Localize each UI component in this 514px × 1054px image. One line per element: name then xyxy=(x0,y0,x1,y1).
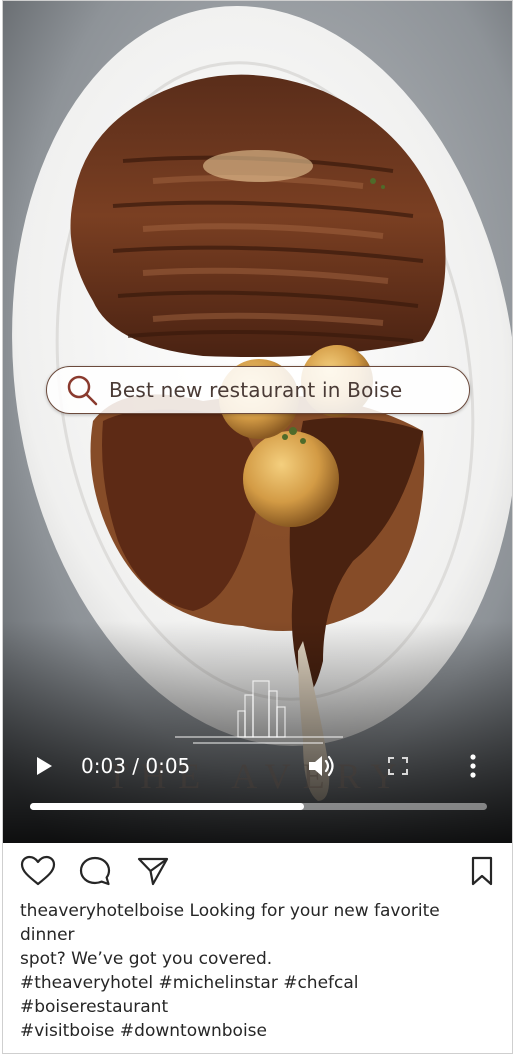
caption-line: dinner xyxy=(20,925,75,945)
fullscreen-icon[interactable] xyxy=(387,756,409,776)
post-card: Best new restaurant in Boise THE AVERY 0… xyxy=(2,0,513,1054)
search-bar-overlay: Best new restaurant in Boise xyxy=(46,366,470,414)
progress-bar[interactable] xyxy=(30,803,487,810)
caption-line: #visitboise #downtownboise xyxy=(20,1021,267,1041)
player-controls: 0:03 / 0:05 xyxy=(3,746,512,786)
caption-line: spot? We’ve got you covered. xyxy=(20,949,273,969)
share-icon[interactable] xyxy=(136,855,170,887)
caption-line: theaveryhotelboise Looking for your new … xyxy=(20,901,440,921)
steak-dish-image xyxy=(3,1,512,843)
progress-fill xyxy=(30,803,305,810)
volume-icon[interactable] xyxy=(306,752,336,780)
caption-line: #boiserestaurant xyxy=(20,997,169,1017)
caption-line: #theaveryhotel #michelinstar #chefcal xyxy=(20,973,359,993)
search-query-text: Best new restaurant in Boise xyxy=(109,378,403,402)
video-player[interactable]: Best new restaurant in Boise THE AVERY 0… xyxy=(3,1,512,843)
post-caption: theaveryhotelboise Looking for your new … xyxy=(20,899,500,1043)
comment-icon[interactable] xyxy=(78,855,112,887)
heart-icon[interactable] xyxy=(20,855,56,887)
search-icon xyxy=(67,375,98,406)
bookmark-icon[interactable] xyxy=(470,855,494,887)
play-icon[interactable] xyxy=(33,754,55,778)
more-options-icon[interactable] xyxy=(465,752,481,780)
time-display: 0:03 / 0:05 xyxy=(81,754,191,778)
post-actions xyxy=(3,843,512,899)
